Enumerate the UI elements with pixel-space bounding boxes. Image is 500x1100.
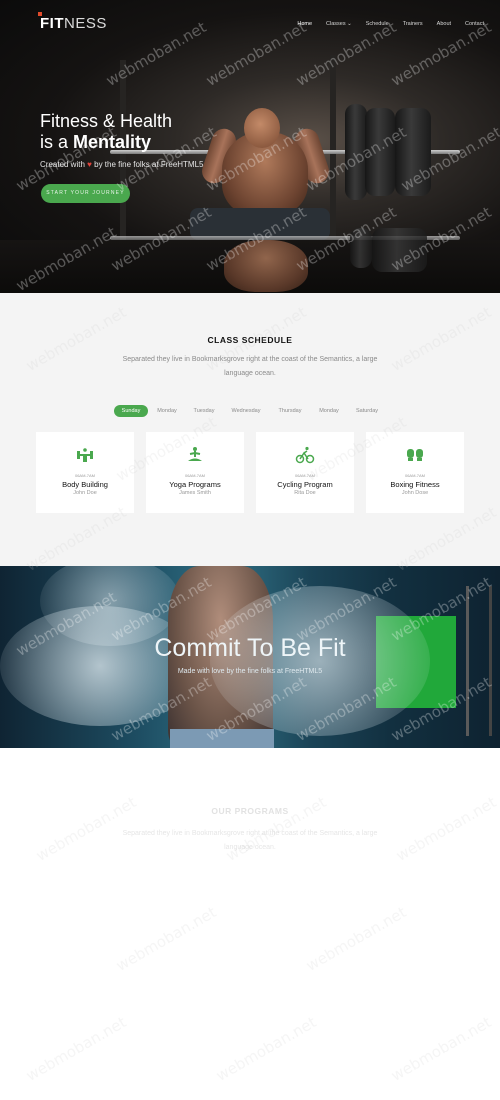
dumbbell-icon	[77, 448, 93, 462]
commit-title: Commit To Be Fit	[154, 634, 346, 662]
watermark-text: webmoban.net	[113, 903, 220, 975]
weight-plate	[345, 104, 367, 200]
hero-title: Fitness & Health is a Mentality	[40, 111, 172, 153]
class-card[interactable]: 06AM-7AM Boxing Fitness John Dose	[366, 432, 464, 513]
tab-tuesday[interactable]: Tuesday	[188, 405, 220, 417]
start-journey-button[interactable]: START YOUR JOURNEY	[41, 184, 130, 203]
class-name: Body Building	[62, 480, 108, 489]
class-time: 06AM-7AM	[294, 473, 315, 478]
nav-trainers[interactable]: Trainers	[403, 21, 423, 27]
lifter-head	[244, 108, 280, 148]
class-card[interactable]: 06AM-7AM Cycling Program Rita Doe	[256, 432, 354, 513]
class-card[interactable]: 06AM-7AM Body Building John Doe	[36, 432, 134, 513]
watermark-text: webmoban.net	[23, 1013, 130, 1085]
weight-plate	[365, 108, 395, 196]
athlete-pants	[170, 729, 274, 748]
tab-saturday[interactable]: Saturday	[350, 405, 384, 417]
hero-subtitle: Created with ♥ by the fine folks at Free…	[40, 160, 204, 169]
tab-thursday[interactable]: Thursday	[272, 405, 308, 417]
rack-post	[330, 55, 336, 240]
tab-sunday[interactable]: Sunday	[114, 405, 148, 417]
class-card[interactable]: 06AM-7AM Yoga Programs James Smith	[146, 432, 244, 513]
class-trainer: James Smith	[179, 490, 211, 496]
weight-plate-reflection	[372, 228, 427, 272]
nav-schedule[interactable]: Schedule	[366, 21, 389, 27]
programs-title: OUR PROGRAMS	[211, 806, 289, 816]
tab-wednesday[interactable]: Wednesday	[226, 405, 266, 417]
hero-title-line1: Fitness & Health	[40, 111, 173, 131]
weight-plate	[395, 108, 431, 196]
nav-about[interactable]: About	[437, 21, 451, 27]
commit-subtitle: Made with love by the fine folks at Free…	[177, 668, 323, 675]
watermark-text: webmoban.net	[303, 903, 410, 975]
watermark-text: webmoban.net	[388, 1013, 495, 1085]
tab-monday-2[interactable]: Monday	[314, 405, 344, 417]
class-trainer: Rita Doe	[294, 490, 316, 496]
weight-plate-reflection	[350, 228, 372, 268]
site-logo[interactable]: FITNESS	[40, 15, 107, 32]
class-name: Boxing Fitness	[390, 480, 440, 489]
nav-classes[interactable]: Classes ⌄	[326, 21, 352, 27]
hero-title-strong: Mentality	[73, 132, 152, 152]
tab-monday[interactable]: Monday	[152, 405, 182, 417]
watermark-text: webmoban.net	[213, 1013, 320, 1085]
boxing-glove-icon	[407, 449, 423, 461]
hero-title-line2: is a Mentality	[40, 132, 152, 152]
day-tabs: Sunday Monday Tuesday Wednesday Thursday…	[114, 405, 384, 417]
programs-description: Separated they live in Bookmarksgrove ri…	[122, 830, 378, 851]
nav-home[interactable]: Home	[297, 21, 312, 27]
schedule-title: CLASS SCHEDULE	[207, 335, 293, 345]
class-schedule-section: CLASS SCHEDULE Separated they live in Bo…	[0, 293, 500, 566]
class-name: Cycling Program	[277, 480, 333, 489]
class-time: 06AM-7AM	[74, 473, 95, 478]
nav-contact[interactable]: Contact	[465, 21, 484, 27]
schedule-description: Separated they live in Bookmarksgrove ri…	[122, 356, 378, 377]
class-name: Yoga Programs	[169, 480, 221, 489]
main-menu: Home Classes ⌄ Schedule Trainers About C…	[297, 21, 484, 27]
class-time: 06AM-7AM	[404, 473, 425, 478]
watermark-text: webmoban.net	[393, 793, 500, 865]
lifter-torso-reflection	[224, 240, 308, 292]
yoga-icon	[188, 447, 202, 461]
commit-banner: Commit To Be Fit	[0, 566, 500, 748]
class-trainer: John Dose	[401, 490, 429, 496]
top-nav: FITNESS Home Classes ⌄ Schedule Trainers…	[0, 0, 500, 48]
class-time: 06AM-7AM	[184, 473, 205, 478]
cycling-icon	[295, 446, 315, 464]
hero-section: FITNESS Home Classes ⌄ Schedule Trainers…	[0, 0, 500, 293]
class-trainer: John Doe	[73, 490, 97, 496]
